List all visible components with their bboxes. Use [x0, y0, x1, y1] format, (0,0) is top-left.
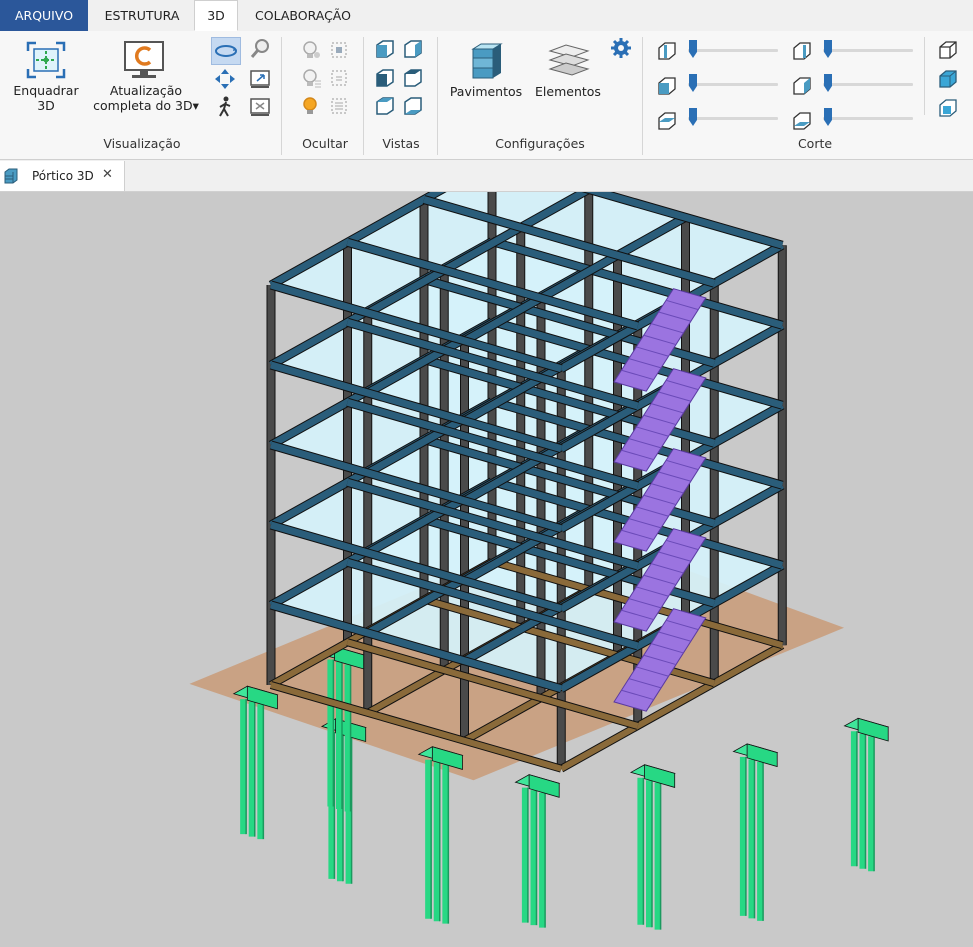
corte-slider-thumb[interactable] — [689, 108, 697, 126]
atualizacao-3d-button[interactable]: Atualização completa do 3D▾ — [88, 83, 204, 113]
refresh-monitor-icon[interactable] — [122, 39, 166, 81]
hide-selection-icon[interactable] — [328, 39, 350, 61]
group-separator — [642, 37, 643, 155]
3d-viewport[interactable] — [0, 192, 973, 947]
floors-icon[interactable] — [469, 41, 505, 81]
group-separator — [281, 37, 282, 155]
corte-slider-right-3[interactable] — [823, 117, 913, 120]
tab-arquivo[interactable]: ARQUIVO — [0, 0, 88, 31]
corte-slider-thumb[interactable] — [824, 74, 832, 92]
pan-icon[interactable] — [213, 67, 237, 91]
atualizacao-label-line1: Atualização — [109, 83, 183, 98]
corte-slider-thumb[interactable] — [824, 108, 832, 126]
cut-x-inverse-icon[interactable] — [791, 40, 813, 62]
document-tab-portico-3d[interactable]: Pórtico 3D ✕ — [0, 161, 125, 191]
building-icon — [4, 168, 18, 184]
cut-y-icon[interactable] — [656, 75, 678, 97]
group-label-ocultar: Ocultar — [302, 136, 348, 151]
view-right-icon[interactable] — [402, 67, 424, 89]
group-label-visualizacao: Visualização — [103, 136, 181, 151]
corte-slider-right-2[interactable] — [823, 83, 913, 86]
view-back-icon[interactable] — [402, 38, 424, 60]
zoom-extents-icon[interactable] — [248, 95, 272, 119]
pavimentos-button[interactable]: Pavimentos — [448, 84, 524, 99]
corte-slider-right-1[interactable] — [823, 49, 913, 52]
enquadrar-label-line2: 3D — [37, 98, 55, 113]
group-label-configuracoes: Configurações — [495, 136, 585, 151]
elementos-button[interactable]: Elementos — [532, 84, 604, 99]
group-label-vistas: Vistas — [382, 136, 420, 151]
zoom-window-icon[interactable] — [248, 67, 272, 91]
orbit-button[interactable] — [211, 37, 241, 65]
bulb-on-icon[interactable] — [300, 95, 322, 117]
corte-slider-thumb[interactable] — [824, 40, 832, 58]
cube-wire-icon[interactable] — [937, 39, 959, 61]
bulb-dim-icon[interactable] — [300, 67, 322, 89]
view-top-icon[interactable] — [374, 95, 396, 117]
portico-3d-model[interactable] — [0, 192, 973, 947]
cut-x-icon[interactable] — [656, 40, 678, 62]
hide-grid-icon[interactable] — [328, 67, 350, 89]
view-left-icon[interactable] — [374, 67, 396, 89]
elements-icon[interactable] — [548, 43, 590, 79]
group-separator — [363, 37, 364, 155]
ribbon-panel: Enquadrar 3D Atualização completa do 3D▾… — [0, 31, 973, 160]
corte-slider-thumb[interactable] — [689, 74, 697, 92]
cut-z-icon[interactable] — [656, 110, 678, 132]
document-tab-bar: Pórtico 3D ✕ — [0, 160, 973, 192]
corte-slider-left-2[interactable] — [688, 83, 778, 86]
corte-slider-left-1[interactable] — [688, 49, 778, 52]
enquadrar-3d-button[interactable]: Enquadrar 3D — [6, 83, 86, 113]
gear-icon[interactable] — [610, 37, 632, 59]
walk-icon[interactable] — [213, 95, 237, 119]
cut-z-inverse-icon[interactable] — [791, 110, 813, 132]
corte-slider-left-3[interactable] — [688, 117, 778, 120]
group-label-corte: Corte — [797, 136, 833, 151]
cube-solid-icon[interactable] — [937, 68, 959, 90]
cut-y-inverse-icon[interactable] — [791, 75, 813, 97]
show-all-icon[interactable] — [328, 95, 350, 117]
view-front-icon[interactable] — [374, 38, 396, 60]
frame-3d-icon[interactable] — [24, 39, 68, 81]
tab-3d[interactable]: 3D — [194, 0, 238, 31]
ribbon-tab-bar: ARQUIVO ESTRUTURA 3D COLABORAÇÃO — [0, 0, 973, 32]
zoom-icon[interactable] — [248, 37, 272, 61]
close-icon[interactable]: ✕ — [102, 167, 113, 182]
atualizacao-label-line2: completa do 3D▾ — [93, 98, 199, 113]
group-separator — [924, 37, 925, 115]
enquadrar-label-line1: Enquadrar — [13, 83, 79, 98]
tab-estrutura[interactable]: ESTRUTURA — [92, 0, 192, 31]
view-bottom-icon[interactable] — [402, 95, 424, 117]
tab-colaboracao[interactable]: COLABORAÇÃO — [243, 0, 363, 31]
group-separator — [437, 37, 438, 155]
orbit-icon — [215, 45, 237, 57]
bulb-off-icon[interactable] — [300, 39, 322, 61]
cube-reset-icon[interactable] — [937, 97, 959, 119]
corte-slider-thumb[interactable] — [689, 40, 697, 58]
document-tab-title: Pórtico 3D — [32, 169, 94, 183]
